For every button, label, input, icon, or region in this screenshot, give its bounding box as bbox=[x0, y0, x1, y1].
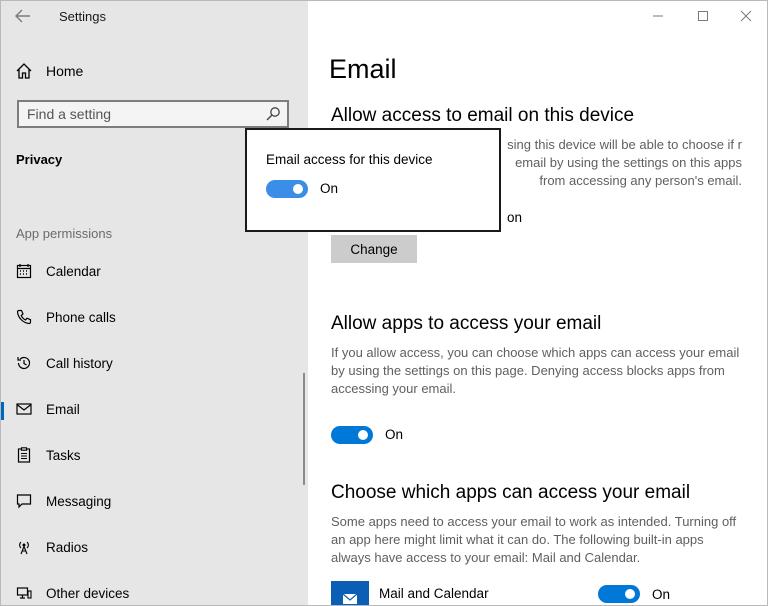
sidebar-item-phone-calls[interactable]: Phone calls bbox=[1, 298, 308, 336]
sidebar-item-label: Messaging bbox=[46, 493, 112, 509]
back-arrow-icon bbox=[15, 9, 30, 23]
flyout-title: Email access for this device bbox=[266, 152, 433, 167]
apps-access-toggle[interactable] bbox=[331, 426, 373, 444]
sidebar-scrollbar[interactable] bbox=[303, 373, 305, 485]
search-box[interactable] bbox=[17, 100, 289, 128]
main-content: Email Allow access to email on this devi… bbox=[308, 1, 767, 605]
home-nav-item[interactable]: Home bbox=[15, 61, 83, 81]
email-icon bbox=[15, 400, 33, 418]
sidebar-item-radios[interactable]: Radios bbox=[1, 528, 308, 566]
section-heading-device-access: Allow access to email on this device bbox=[331, 105, 635, 126]
mail-and-calendar-toggle-label: On bbox=[652, 587, 671, 602]
home-icon bbox=[16, 63, 32, 79]
choose-apps-description: Some apps need to access your email to w… bbox=[331, 514, 737, 565]
toggle-knob bbox=[293, 184, 303, 194]
sidebar-item-messaging[interactable]: Messaging bbox=[1, 482, 308, 520]
device-access-status: on bbox=[507, 210, 523, 225]
sidebar-item-label: Tasks bbox=[46, 447, 81, 463]
phone-icon bbox=[15, 308, 33, 326]
close-button[interactable] bbox=[740, 9, 752, 25]
search-input[interactable] bbox=[27, 105, 257, 123]
sidebar-item-label: Phone calls bbox=[46, 309, 116, 325]
device-access-description: sing this device will be able to choose … bbox=[507, 137, 742, 188]
toggle-knob bbox=[625, 589, 635, 599]
apps-access-description: If you allow access, you can choose whic… bbox=[331, 345, 740, 396]
section-title: Privacy bbox=[16, 152, 63, 167]
sidebar-item-label: Radios bbox=[46, 539, 89, 555]
close-icon bbox=[740, 10, 752, 22]
mail-and-calendar-toggle[interactable] bbox=[598, 585, 640, 603]
sidebar-item-label: Email bbox=[46, 401, 80, 417]
mail-and-calendar-app-icon bbox=[331, 581, 369, 605]
sidebar-item-calendar[interactable]: Calendar bbox=[1, 252, 308, 290]
section-heading-choose-apps: Choose which apps can access your email bbox=[331, 482, 691, 503]
sidebar-item-label: Other devices bbox=[46, 585, 130, 601]
calendar-icon bbox=[15, 262, 33, 280]
tasks-icon bbox=[15, 446, 33, 464]
sidebar: Settings Home Privacy App permissions Ca… bbox=[1, 1, 308, 605]
device-access-toggle-label: On bbox=[320, 181, 339, 196]
minimize-button[interactable] bbox=[652, 9, 664, 25]
maximize-icon bbox=[698, 11, 708, 21]
devices-icon bbox=[15, 584, 33, 602]
home-label: Home bbox=[46, 63, 84, 79]
radios-icon bbox=[15, 538, 33, 556]
apps-access-toggle-label: On bbox=[385, 427, 404, 442]
toggle-knob bbox=[358, 430, 368, 440]
sidebar-item-label: Call history bbox=[46, 355, 113, 371]
settings-window: Settings Home Privacy App permissions Ca… bbox=[0, 0, 768, 606]
active-indicator bbox=[1, 402, 4, 420]
window-title: Settings bbox=[59, 9, 106, 24]
messaging-icon bbox=[15, 492, 33, 510]
history-icon bbox=[15, 354, 33, 372]
device-access-toggle[interactable] bbox=[266, 180, 308, 198]
sidebar-item-other-devices[interactable]: Other devices bbox=[1, 574, 308, 605]
sidebar-item-call-history[interactable]: Call history bbox=[1, 344, 308, 382]
group-header: App permissions bbox=[16, 226, 113, 241]
app-name: Mail and Calendar bbox=[379, 586, 489, 601]
sidebar-item-email[interactable]: Email bbox=[1, 390, 308, 428]
device-access-flyout: Email access for this device On bbox=[245, 128, 501, 232]
back-button[interactable] bbox=[15, 9, 33, 25]
sidebar-item-tasks[interactable]: Tasks bbox=[1, 436, 308, 474]
section-heading-apps-access: Allow apps to access your email bbox=[331, 313, 602, 334]
search-icon[interactable] bbox=[265, 106, 281, 122]
page-title: Email bbox=[329, 54, 397, 84]
maximize-button[interactable] bbox=[697, 9, 709, 25]
change-button[interactable]: Change bbox=[331, 235, 417, 263]
minimize-icon bbox=[653, 15, 663, 17]
sidebar-item-label: Calendar bbox=[46, 263, 101, 279]
